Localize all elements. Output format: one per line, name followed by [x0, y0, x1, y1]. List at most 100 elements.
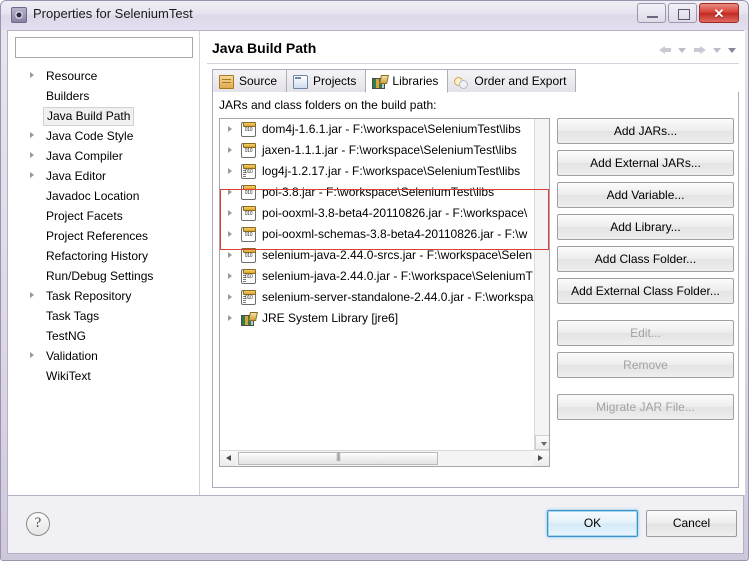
horizontal-scrollbar[interactable]	[220, 450, 549, 466]
chevron-right-icon[interactable]	[228, 189, 232, 195]
back-menu-chevron-down-icon[interactable]	[677, 45, 687, 56]
list-item-label: log4j-1.2.17.jar - F:\workspace\Selenium…	[262, 164, 521, 178]
source-bars-icon	[243, 296, 246, 304]
chevron-right-icon[interactable]	[228, 231, 232, 237]
list-item[interactable]: poi-3.8.jar - F:\workspace\SeleniumTest\…	[220, 182, 536, 203]
sidebar-item-label: TestNG	[46, 329, 87, 343]
title-bar: Properties for SeleniumTest ✕	[1, 1, 748, 30]
filter-field-wrapper[interactable]	[15, 37, 193, 58]
list-item[interactable]: jaxen-1.1.1.jar - F:\workspace\SeleniumT…	[220, 140, 536, 161]
chevron-right-icon[interactable]	[30, 352, 34, 358]
sidebar-item-java-compiler[interactable]: Java Compiler	[8, 146, 200, 166]
view-menu-chevron-down-icon[interactable]	[728, 45, 737, 56]
add-external-jars-button[interactable]: Add External JARs...	[557, 150, 734, 176]
sidebar-item-project-facets[interactable]: Project Facets	[8, 206, 200, 226]
order-export-icon	[454, 75, 469, 89]
forward-arrow-icon[interactable]	[693, 45, 707, 56]
sidebar-item-label: Builders	[46, 89, 90, 103]
minimize-button[interactable]	[637, 3, 666, 23]
settings-tree: Resource Builders Java Build Path Java Code…	[8, 66, 200, 386]
tab-projects[interactable]: Projects	[286, 69, 367, 93]
chevron-right-icon[interactable]	[228, 252, 232, 258]
add-class-folder-button[interactable]: Add Class Folder...	[557, 246, 734, 272]
jars-list[interactable]: dom4j-1.6.1.jar - F:\workspace\SeleniumT…	[219, 118, 550, 467]
add-external-class-folder-button[interactable]: Add External Class Folder...	[557, 278, 734, 304]
list-item-label: dom4j-1.6.1.jar - F:\workspace\SeleniumT…	[262, 122, 521, 136]
chevron-right-icon[interactable]	[228, 126, 232, 132]
chevron-right-icon[interactable]	[228, 147, 232, 153]
sidebar-item-task-tags[interactable]: Task Tags	[8, 306, 200, 326]
sidebar-item-java-editor[interactable]: Java Editor	[8, 166, 200, 186]
chevron-right-icon[interactable]	[30, 152, 34, 158]
forward-menu-chevron-down-icon[interactable]	[712, 45, 722, 56]
back-arrow-icon[interactable]	[658, 45, 672, 56]
chevron-right-icon[interactable]	[30, 72, 34, 78]
chevron-right-icon[interactable]	[30, 132, 34, 138]
add-variable-button[interactable]: Add Variable...	[557, 182, 734, 208]
tab-strip: Source Projects Libraries Order and Export	[212, 69, 577, 93]
filter-input[interactable]	[16, 38, 192, 57]
source-bars-icon	[243, 170, 246, 178]
maximize-button[interactable]	[668, 3, 697, 23]
source-bars-icon	[243, 275, 246, 283]
sidebar-item-run-debug-settings[interactable]: Run/Debug Settings	[8, 266, 200, 286]
chevron-right-icon[interactable]	[228, 273, 232, 279]
list-item[interactable]: selenium-server-standalone-2.44.0.jar - …	[220, 287, 536, 308]
sidebar-item-task-repository[interactable]: Task Repository	[8, 286, 200, 306]
list-item-label: poi-3.8.jar - F:\workspace\SeleniumTest\…	[262, 185, 495, 199]
tab-source[interactable]: Source	[212, 69, 288, 93]
edit-button: Edit...	[557, 320, 734, 346]
sidebar-item-refactoring-history[interactable]: Refactoring History	[8, 246, 200, 266]
scrollbar-thumb[interactable]	[238, 451, 438, 465]
chevron-right-icon[interactable]	[228, 315, 232, 321]
migrate-jar-file-button: Migrate JAR File...	[557, 394, 734, 420]
cancel-button[interactable]: Cancel	[646, 510, 737, 537]
chevron-right-icon[interactable]	[228, 168, 232, 174]
list-item[interactable]: log4j-1.2.17.jar - F:\workspace\Selenium…	[220, 161, 536, 182]
chevron-right-icon[interactable]	[228, 210, 232, 216]
sidebar-item-java-build-path[interactable]: Java Build Path	[8, 106, 200, 126]
list-item[interactable]: dom4j-1.6.1.jar - F:\workspace\SeleniumT…	[220, 119, 536, 140]
tab-order-and-export[interactable]: Order and Export	[447, 69, 577, 93]
libraries-tab-panel: JARs and class folders on the build path…	[212, 92, 739, 488]
chevron-right-icon[interactable]	[30, 292, 34, 298]
chevron-right-icon[interactable]	[228, 294, 232, 300]
list-item[interactable]: poi-ooxml-schemas-3.8-beta4-20110826.jar…	[220, 224, 536, 245]
arrow-left-icon[interactable]	[220, 451, 236, 466]
vertical-scrollbar[interactable]	[534, 119, 549, 450]
list-item[interactable]: JRE System Library [jre6]	[220, 308, 536, 329]
list-item-label: poi-ooxml-schemas-3.8-beta4-20110826.jar…	[262, 227, 528, 241]
help-button[interactable]: ?	[26, 512, 50, 536]
sidebar-item-label: Project References	[46, 229, 149, 243]
sidebar-item-builders[interactable]: Builders	[8, 86, 200, 106]
close-icon: ✕	[713, 6, 725, 21]
sidebar-item-wikitext[interactable]: WikiText	[8, 366, 200, 386]
tab-libraries[interactable]: Libraries	[365, 69, 449, 93]
sidebar-item-project-references[interactable]: Project References	[8, 226, 200, 246]
list-item-label: jaxen-1.1.1.jar - F:\workspace\SeleniumT…	[262, 143, 517, 157]
jar-icon	[241, 227, 256, 242]
sidebar-item-javadoc-location[interactable]: Javadoc Location	[8, 186, 200, 206]
arrow-down-icon[interactable]	[535, 435, 549, 450]
sidebar-item-validation[interactable]: Validation	[8, 346, 200, 366]
sidebar-item-label: Resource	[46, 69, 98, 83]
close-button[interactable]: ✕	[699, 3, 739, 23]
sidebar-item-label: Javadoc Location	[46, 189, 140, 203]
tab-label: Libraries	[392, 74, 439, 88]
add-library-button[interactable]: Add Library...	[557, 214, 734, 240]
list-item[interactable]: selenium-java-2.44.0-srcs.jar - F:\works…	[220, 245, 536, 266]
list-item-label: selenium-server-standalone-2.44.0.jar - …	[262, 290, 534, 304]
ok-button[interactable]: OK	[547, 510, 638, 537]
arrow-right-icon[interactable]	[533, 451, 549, 466]
list-item[interactable]: selenium-java-2.44.0.jar - F:\workspace\…	[220, 266, 536, 287]
sidebar-item-testng[interactable]: TestNG	[8, 326, 200, 346]
sidebar-item-java-code-style[interactable]: Java Code Style	[8, 126, 200, 146]
add-jars-button[interactable]: Add JARs...	[557, 118, 734, 144]
sidebar-item-resource[interactable]: Resource	[8, 66, 200, 86]
jar-icon	[241, 143, 256, 158]
jar-icon	[241, 122, 256, 137]
chevron-right-icon[interactable]	[30, 172, 34, 178]
list-item[interactable]: poi-ooxml-3.8-beta4-20110826.jar - F:\wo…	[220, 203, 536, 224]
jar-icon	[241, 185, 256, 200]
source-folder-icon	[219, 75, 234, 89]
